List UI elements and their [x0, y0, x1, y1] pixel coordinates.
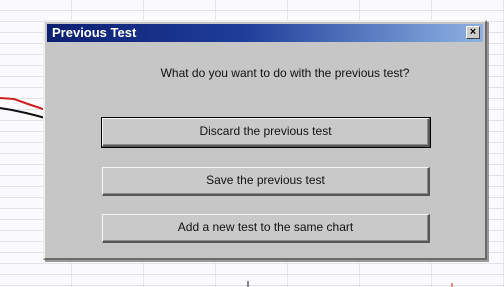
close-button[interactable]: ×	[466, 26, 480, 39]
close-icon: ×	[469, 26, 477, 38]
save-previous-test-button[interactable]: Save the previous test	[102, 167, 430, 196]
dialog-title: Previous Test	[52, 25, 137, 40]
discard-previous-test-button[interactable]: Discard the previous test	[101, 117, 431, 148]
chart-line-black	[0, 107, 46, 119]
previous-test-dialog: Previous Test × What do you want to do w…	[43, 20, 487, 260]
add-new-test-button[interactable]: Add a new test to the same chart	[102, 214, 430, 243]
dialog-prompt: What do you want to do with the previous…	[160, 66, 410, 80]
dialog-titlebar[interactable]: Previous Test ×	[47, 24, 483, 42]
